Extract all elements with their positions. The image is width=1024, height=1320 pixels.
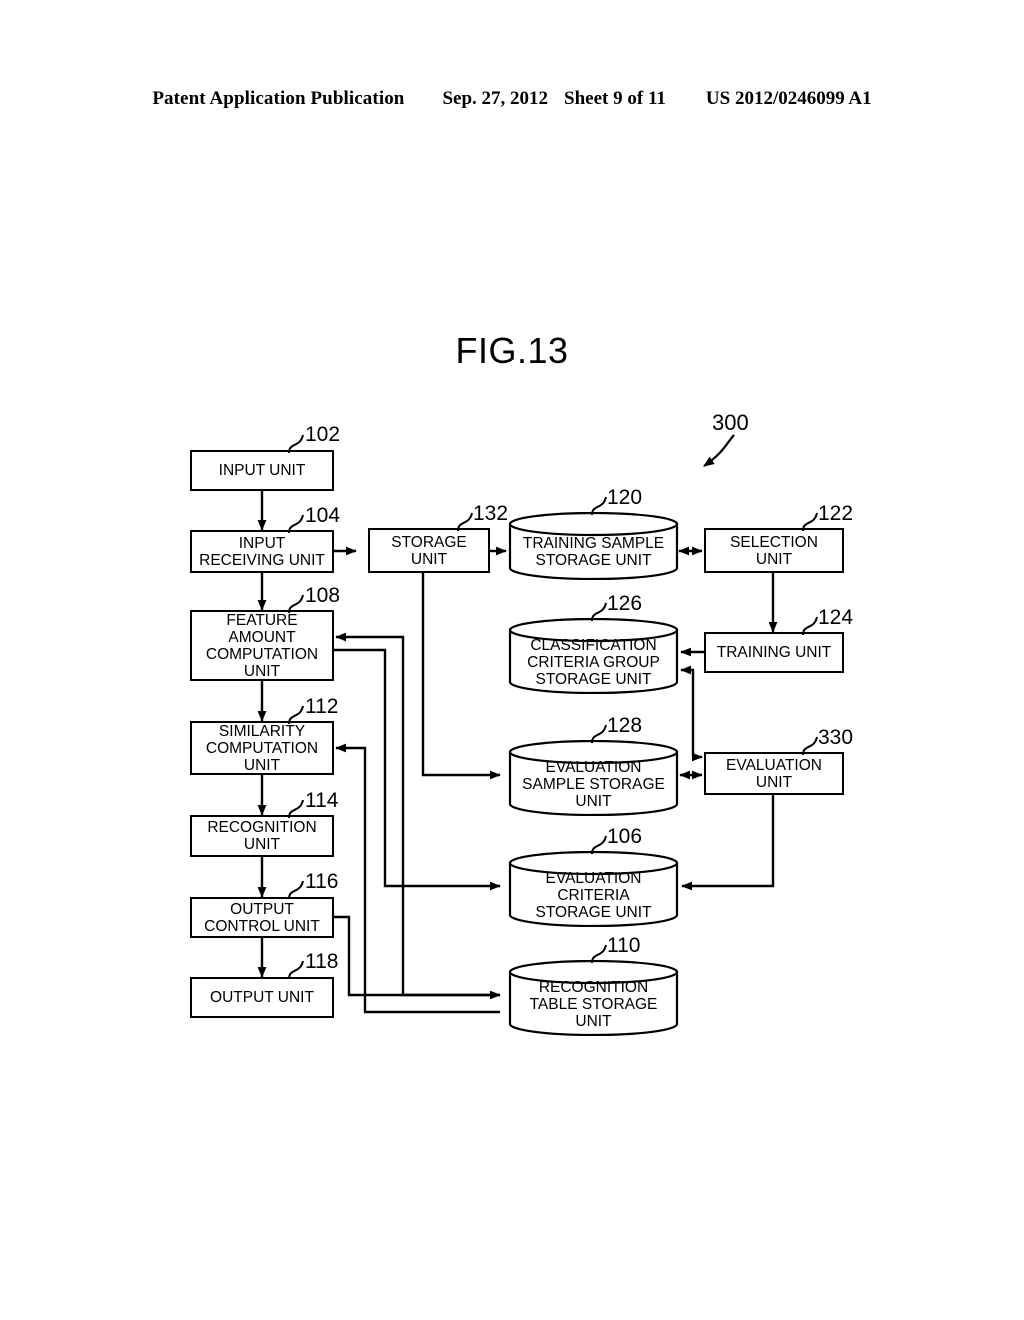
node-recognition-unit[interactable]: RECOGNITION UNIT: [190, 815, 334, 857]
node-input-unit-label: INPUT UNIT: [218, 462, 306, 479]
ref-leader-330: [802, 736, 818, 756]
node-evaluation-unit-label: EVALUATION UNIT: [726, 756, 822, 791]
ref-numeral-102: 102: [305, 423, 341, 446]
ref-leader-114: [288, 799, 304, 819]
ref-leader-122: [802, 512, 818, 532]
ref-numeral-112: 112: [305, 695, 339, 718]
ref-leader-106: [591, 835, 607, 855]
patent-figure-page: Patent Application Publication Sep. 27, …: [0, 0, 1024, 1320]
ref-leader-124: [802, 616, 818, 636]
ref-leader-128: [591, 724, 607, 744]
node-selection-unit-label: SELECTION UNIT: [730, 533, 818, 568]
node-output-control-unit[interactable]: OUTPUT CONTROL UNIT: [190, 897, 334, 938]
node-input-unit[interactable]: INPUT UNIT: [190, 450, 334, 491]
ref-leader-126: [591, 602, 607, 622]
ref-leader-132: [457, 512, 473, 532]
node-evaluation-sample-storage-unit[interactable]: EVALUATION SAMPLE STORAGE UNIT: [508, 740, 679, 816]
ref-numeral-108: 108: [305, 584, 341, 607]
node-input-receiving-unit[interactable]: INPUT RECEIVING UNIT: [190, 530, 334, 573]
ref-leader-104: [288, 514, 304, 534]
node-evaluation-criteria-storage-unit-label: EVALUATION CRITERIA STORAGE UNIT: [535, 869, 652, 921]
ref-leader-118: [288, 960, 304, 980]
node-training-sample-storage-unit-label: TRAINING SAMPLE STORAGE UNIT: [522, 534, 665, 569]
node-output-control-unit-label: OUTPUT CONTROL UNIT: [204, 900, 320, 935]
ref-numeral-118: 118: [305, 950, 339, 973]
ref-leader-110: [591, 944, 607, 964]
node-training-unit-label: TRAINING UNIT: [716, 644, 832, 661]
node-similarity-computation-unit-label: SIMILARITY COMPUTATION UNIT: [205, 722, 319, 774]
node-storage-unit[interactable]: STORAGE UNIT: [368, 528, 490, 573]
ref-numeral-300: 300: [712, 410, 749, 435]
ref-leader-112: [288, 705, 304, 725]
node-classification-criteria-group-storage-unit-label: CLASSIFICATION CRITERIA GROUP STORAGE UN…: [527, 636, 660, 688]
node-recognition-unit-label: RECOGNITION UNIT: [207, 819, 317, 853]
node-input-receiving-unit-label: INPUT RECEIVING UNIT: [199, 534, 325, 569]
node-output-unit[interactable]: OUTPUT UNIT: [190, 977, 334, 1018]
node-training-sample-storage-unit[interactable]: TRAINING SAMPLE STORAGE UNIT: [508, 512, 679, 580]
node-output-unit-label: OUTPUT UNIT: [210, 989, 314, 1006]
node-similarity-computation-unit[interactable]: SIMILARITY COMPUTATION UNIT: [190, 721, 334, 775]
node-selection-unit[interactable]: SELECTION UNIT: [704, 528, 844, 573]
ref-numeral-114: 114: [305, 789, 339, 812]
node-evaluation-unit[interactable]: EVALUATION UNIT: [704, 752, 844, 795]
ref-leader-116: [288, 880, 304, 900]
node-classification-criteria-group-storage-unit[interactable]: CLASSIFICATION CRITERIA GROUP STORAGE UN…: [508, 618, 679, 694]
ref-numeral-104: 104: [305, 504, 341, 527]
node-evaluation-criteria-storage-unit[interactable]: EVALUATION CRITERIA STORAGE UNIT: [508, 851, 679, 927]
ref-leader-120: [591, 496, 607, 516]
node-recognition-table-storage-unit-label: RECOGNITION TABLE STORAGE UNIT: [529, 978, 658, 1030]
ref-numeral-116: 116: [305, 870, 339, 893]
node-feature-amount-computation-unit[interactable]: FEATURE AMOUNT COMPUTATION UNIT: [190, 610, 334, 681]
node-evaluation-sample-storage-unit-label: EVALUATION SAMPLE STORAGE UNIT: [522, 758, 665, 810]
node-storage-unit-label: STORAGE UNIT: [391, 533, 467, 568]
node-training-unit[interactable]: TRAINING UNIT: [704, 632, 844, 673]
node-recognition-table-storage-unit[interactable]: RECOGNITION TABLE STORAGE UNIT: [508, 960, 679, 1036]
ref-leader-300-arrow: [703, 434, 735, 467]
node-feature-amount-computation-unit-label: FEATURE AMOUNT COMPUTATION UNIT: [205, 611, 319, 680]
ref-leader-102: [288, 434, 304, 454]
ref-leader-108: [288, 594, 304, 614]
